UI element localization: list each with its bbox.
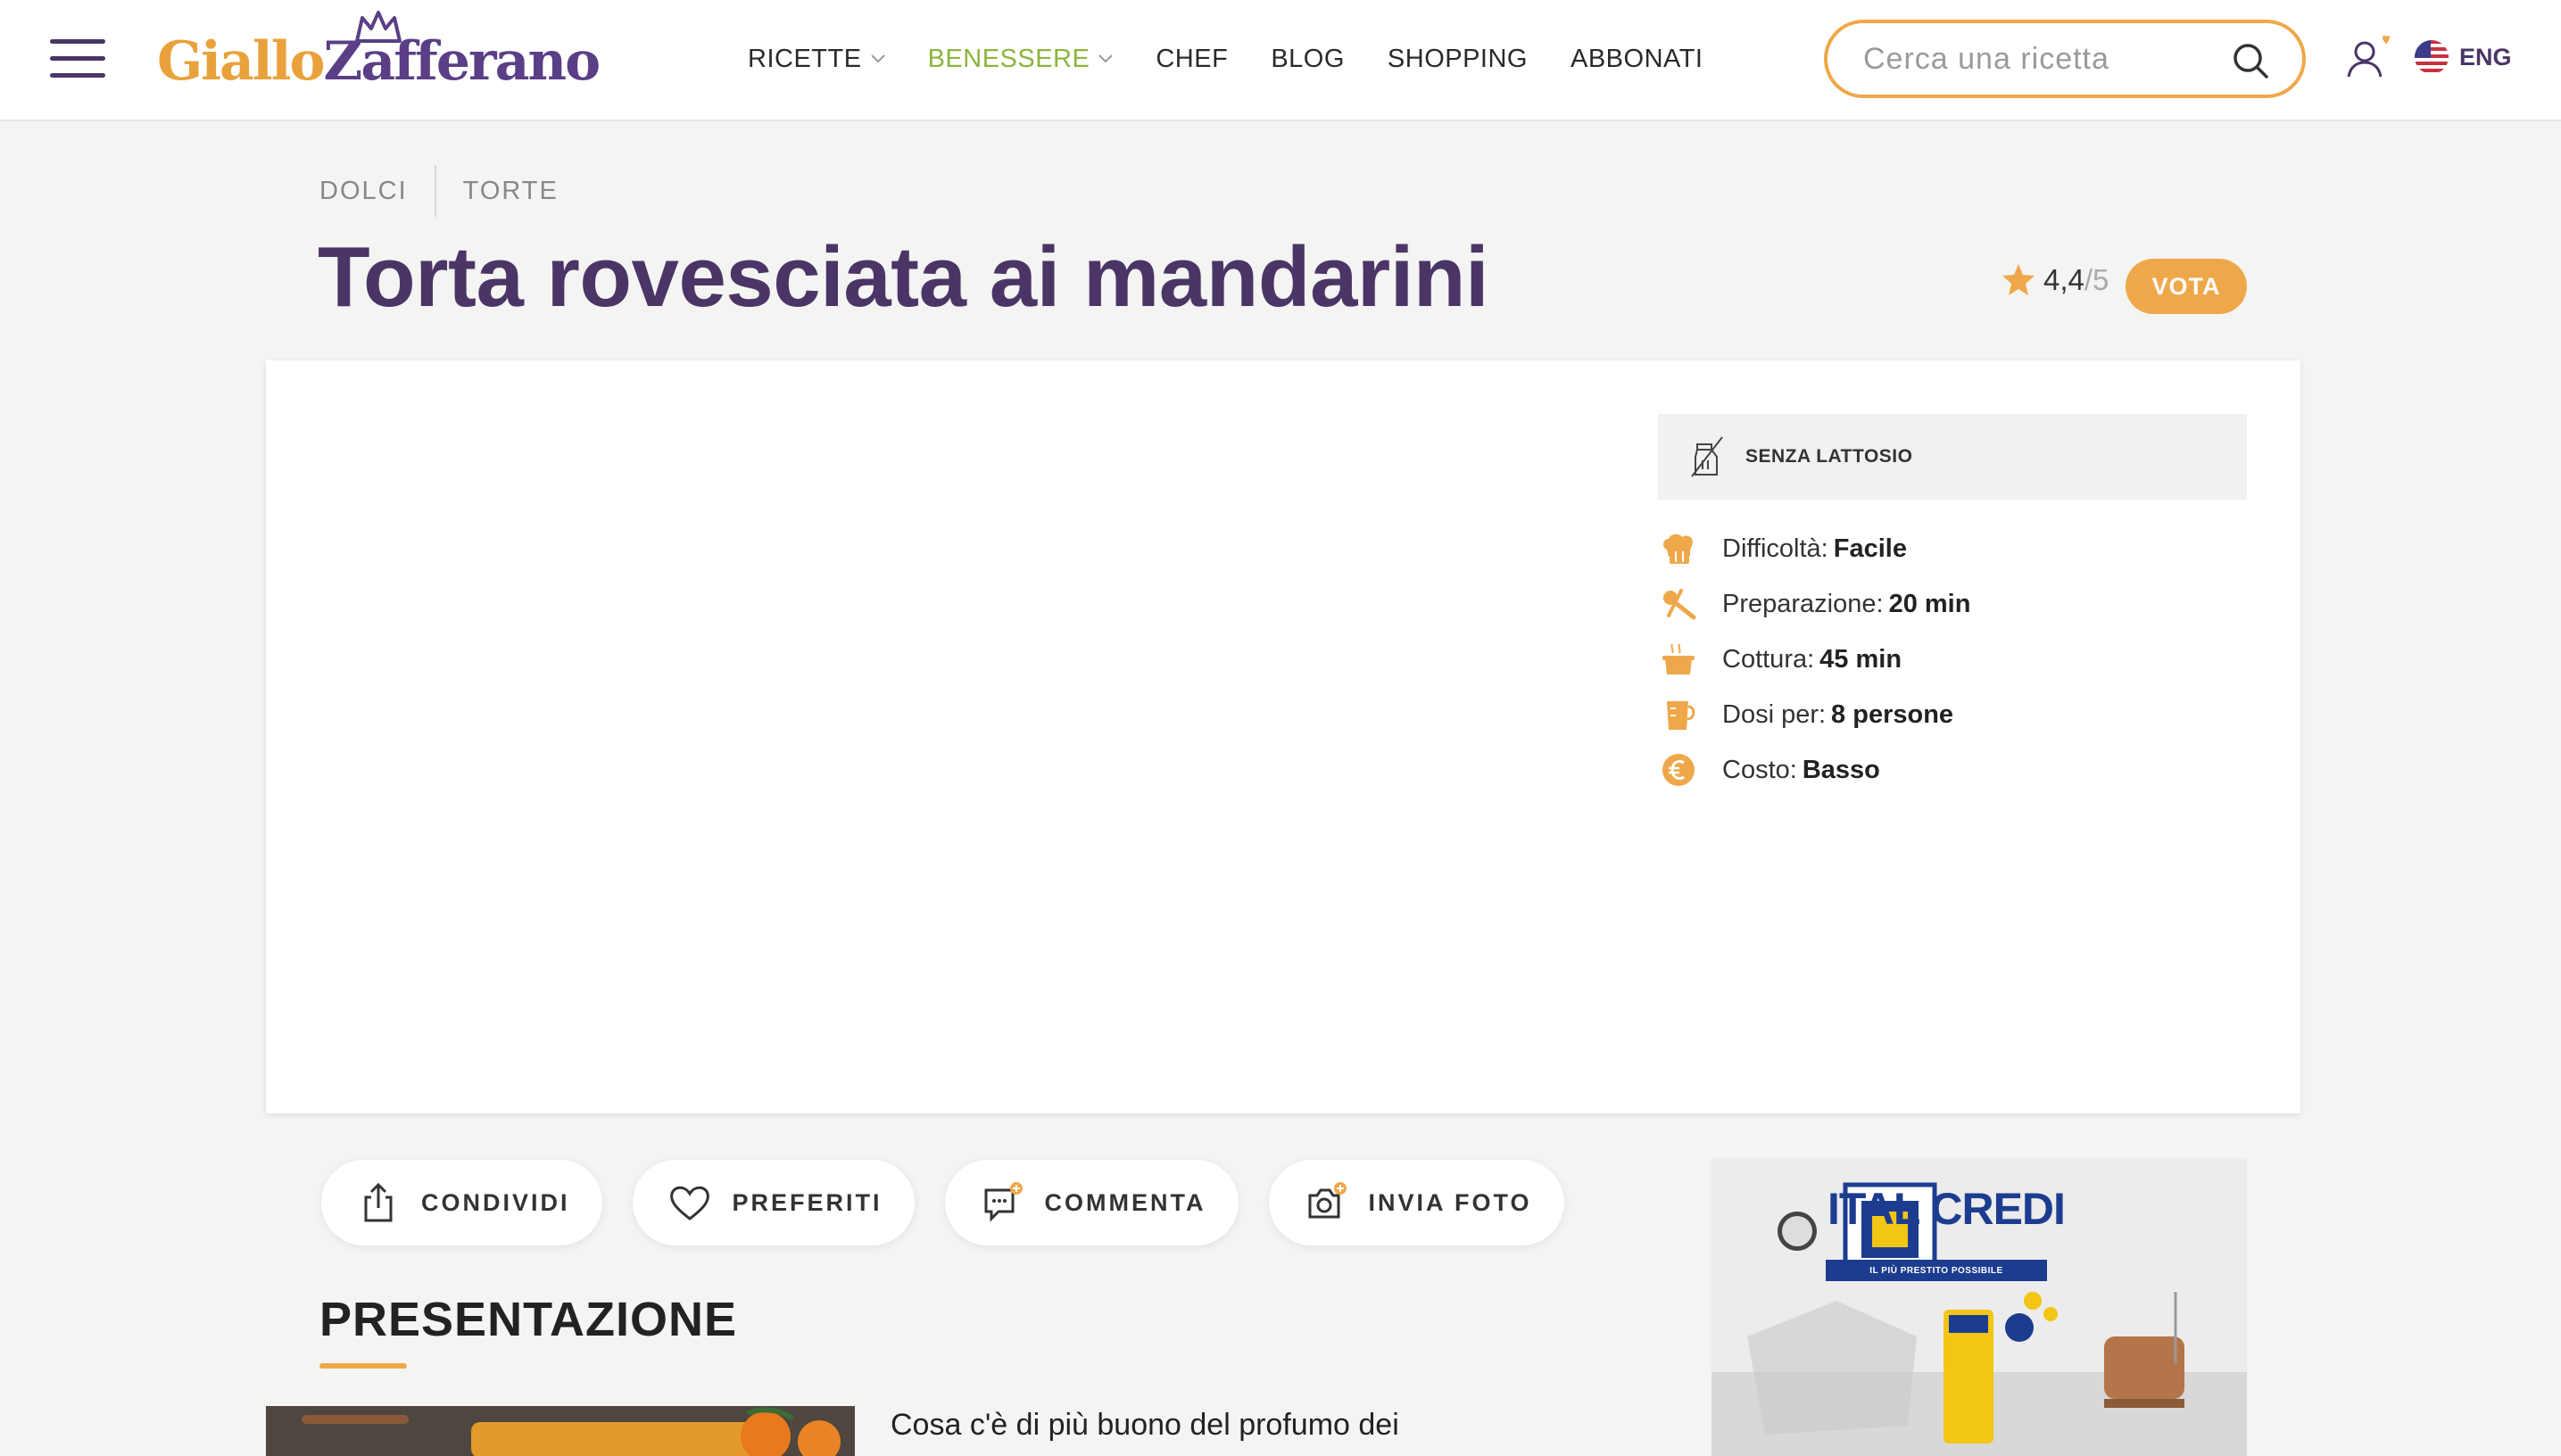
nav-label: CHEF	[1156, 44, 1229, 73]
intro-text: Cosa c'è di più buono del profumo dei	[891, 1408, 1399, 1442]
action-label: CONDIVIDI	[421, 1188, 570, 1216]
recipe-photo-image	[266, 1406, 855, 1456]
info-preparation: Preparazione: 20 min	[1660, 576, 1970, 632]
star-icon	[2002, 264, 2035, 295]
advertisement[interactable]: ITAL CREDI IL PIÙ PRESTITO POSSIBILE	[1711, 1158, 2247, 1456]
site-header: GialloZafferano RICETTE BENESSERE CHEF B…	[0, 0, 2561, 121]
breadcrumb-dolci[interactable]: DOLCI	[319, 177, 408, 206]
info-value: 45 min	[1819, 644, 1902, 674]
section-underline	[319, 1363, 407, 1369]
nav-label: RICETTE	[748, 44, 862, 73]
page-title: Torta rovesciata ai mandarini	[318, 229, 1489, 325]
crown-icon	[355, 11, 402, 43]
search-input[interactable]	[1863, 39, 2220, 79]
info-label: Dosi per:	[1722, 699, 1827, 729]
info-cost: Costo: Basso	[1660, 742, 1970, 798]
recipe-card: SENZA LATTOSIO Difficoltà: Facile Prepar…	[266, 360, 2300, 1113]
chef-hat-icon	[1663, 534, 1693, 564]
info-label: Cottura:	[1722, 644, 1815, 674]
recipe-photo[interactable]	[266, 1406, 855, 1456]
search-box	[1824, 20, 2306, 98]
share-button[interactable]: CONDIVIDI	[321, 1160, 602, 1245]
nav-item-benessere[interactable]: BENESSERE	[928, 45, 1114, 74]
nav-label: BENESSERE	[927, 44, 1090, 73]
ad-tagline: IL PIÙ PRESTITO POSSIBILE	[1826, 1260, 2047, 1281]
chevron-down-icon	[1098, 54, 1114, 63]
menu-line	[50, 56, 105, 61]
info-value: Basso	[1802, 755, 1880, 784]
chevron-down-icon	[870, 54, 885, 63]
nav-item-blog[interactable]: BLOG	[1271, 45, 1345, 74]
menu-line	[50, 73, 105, 78]
info-label: Preparazione:	[1722, 589, 1884, 618]
section-title: PRESENTAZIONE	[319, 1293, 738, 1346]
lactose-free-icon	[1691, 436, 1723, 477]
euro-icon	[1662, 754, 1695, 786]
action-label: COMMENTA	[1044, 1188, 1206, 1216]
measuring-cup-icon	[1667, 701, 1695, 730]
whisk-icon	[1663, 589, 1696, 620]
favorites-button[interactable]: PREFERITI	[632, 1160, 915, 1245]
recipe-info-list: Difficoltà: Facile Preparazione: 20 min …	[1660, 521, 1970, 798]
diet-tag-label: SENZA LATTOSIO	[1745, 446, 1913, 467]
share-icon	[364, 1182, 393, 1222]
logo[interactable]: GialloZafferano	[157, 11, 630, 96]
pot-icon	[1662, 643, 1695, 674]
info-label: Costo:	[1722, 755, 1797, 784]
action-label: INVIA FOTO	[1368, 1188, 1532, 1216]
ad-brand: ITAL CREDI	[1828, 1184, 2066, 1234]
language-switch[interactable]: ENG	[2415, 39, 2512, 75]
info-value: Facile	[1833, 534, 1907, 563]
vote-button[interactable]: VOTA	[2126, 259, 2247, 314]
rating-max: /5	[2084, 263, 2109, 296]
user-icon[interactable]	[2343, 34, 2391, 82]
breadcrumb-separator	[434, 165, 436, 217]
info-value: 20 min	[1888, 589, 1971, 618]
nav-label: SHOPPING	[1387, 44, 1528, 73]
breadcrumb: DOLCI TORTE	[319, 165, 559, 217]
search-icon[interactable]	[2231, 41, 2270, 80]
camera-icon	[1308, 1182, 1347, 1219]
comment-button[interactable]: COMMENTA	[944, 1160, 1239, 1245]
nav-label: BLOG	[1271, 44, 1345, 73]
recipe-actions: CONDIVIDI PREFERITI COMMENTA INVIA FOTO	[321, 1160, 1595, 1245]
nav-item-shopping[interactable]: SHOPPING	[1388, 45, 1528, 74]
rating-value: 4,4	[2043, 263, 2084, 296]
nav-item-ricette[interactable]: RICETTE	[748, 45, 885, 74]
heart-icon	[669, 1186, 709, 1220]
nav-label: ABBONATI	[1571, 44, 1703, 73]
info-servings: Dosi per: 8 persone	[1660, 687, 1970, 742]
info-difficulty: Difficoltà: Facile	[1660, 521, 1970, 576]
action-label: PREFERITI	[732, 1188, 883, 1216]
info-cooking: Cottura: 45 min	[1660, 632, 1970, 687]
menu-line	[50, 39, 105, 44]
info-label: Difficoltà:	[1722, 534, 1828, 563]
breadcrumb-torte[interactable]: TORTE	[463, 177, 559, 206]
diet-tag: SENZA LATTOSIO	[1658, 414, 2247, 500]
menu-icon[interactable]	[50, 39, 107, 79]
info-value: 8 persone	[1831, 699, 1954, 729]
main-nav: RICETTE BENESSERE CHEF BLOG SHOPPING ABB…	[748, 41, 1746, 77]
nav-item-abbonati[interactable]: ABBONATI	[1571, 45, 1703, 74]
recipe-media-area	[266, 360, 1604, 1113]
send-photo-button[interactable]: INVIA FOTO	[1268, 1160, 1564, 1245]
us-flag-icon	[2415, 40, 2449, 74]
rating: 4,4 /5	[2001, 262, 2109, 298]
nav-item-chef[interactable]: CHEF	[1156, 45, 1228, 74]
language-label: ENG	[2459, 43, 2512, 70]
comment-icon	[984, 1182, 1023, 1222]
